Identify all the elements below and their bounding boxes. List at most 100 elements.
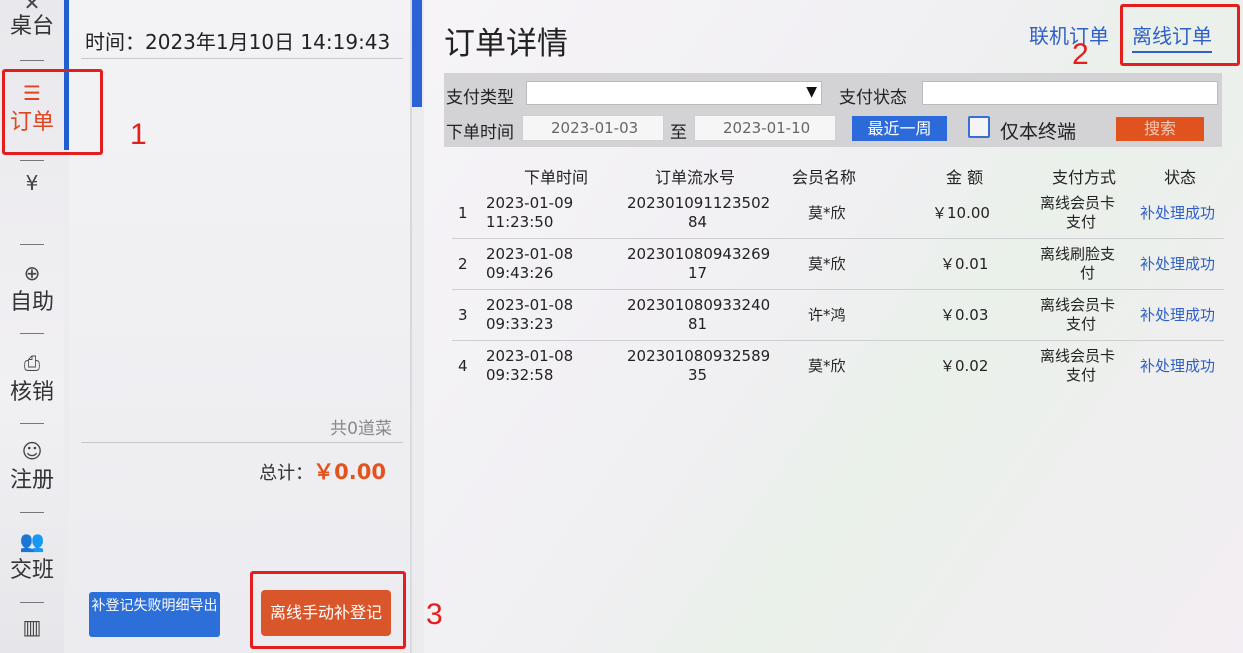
serial-number-tail: 84 (688, 213, 708, 231)
nav-item-reports[interactable]: ▥ (0, 612, 64, 642)
nav-divider (20, 602, 44, 603)
nav-item-label: 自助 (9, 290, 54, 315)
annotation-number: 1 (130, 118, 147, 151)
export-fail-detail-button[interactable]: 补登记失败明细导出 (89, 592, 220, 637)
col-status: 状态 (1164, 168, 1197, 187)
filter-bar: 支付类型 ▼ 支付状态 下单时间 2023-01-03 至 2023-01-10… (444, 73, 1222, 147)
order-time: 09:33:23 (486, 315, 554, 333)
nav-item-payment[interactable]: ¥ (0, 168, 64, 198)
nav-item-label: 交班 (9, 558, 54, 583)
nav-item-self-service[interactable]: ⊕ 自助 (0, 258, 64, 318)
cart-divider (81, 442, 403, 443)
row-index: 1 (458, 204, 468, 222)
nav-item-verify[interactable]: ⎙ 核销 (0, 348, 64, 408)
amount: ￥0.01 (940, 255, 989, 273)
yen-icon: ¥ (25, 171, 39, 195)
current-time: 时间：2023年1月10日 14:19:43 (85, 30, 391, 54)
pay-method: 离线会员卡 (1040, 347, 1116, 365)
member-name: 莫*欣 (808, 204, 846, 222)
member-name: 许*鸿 (808, 306, 846, 324)
table-row[interactable]: 2 2023-01-08 09:43:26 202301080943269 17… (452, 239, 1224, 290)
pay-status-select[interactable] (922, 81, 1218, 105)
amount: ￥0.02 (940, 357, 989, 375)
printer-icon: ⎙ (24, 351, 40, 375)
pay-method: 离线会员卡 (1040, 194, 1116, 212)
serial-number: 202301080933240 (627, 296, 771, 314)
member-name: 莫*欣 (808, 357, 846, 375)
row-index: 4 (458, 357, 468, 375)
serial-number-tail: 81 (688, 315, 708, 333)
people-icon: 👥 (19, 529, 45, 553)
date-to-input[interactable]: 2023-01-10 (694, 115, 836, 141)
pay-method-tail: 支付 (1066, 366, 1097, 384)
annotation-number: 3 (426, 598, 443, 631)
order-detail-panel: 订单详情 联机订单 离线订单 支付类型 ▼ 支付状态 下单时间 2023-01-… (424, 0, 1243, 653)
only-terminal-checkbox[interactable] (968, 116, 990, 138)
order-time: 11:23:50 (486, 213, 554, 231)
pay-method: 离线刷脸支 (1040, 245, 1116, 263)
to-label: 至 (670, 123, 687, 143)
pay-method: 离线会员卡 (1040, 296, 1116, 314)
row-index: 2 (458, 255, 468, 273)
member-name: 莫*欣 (808, 255, 846, 273)
recent-week-button[interactable]: 最近一周 (852, 116, 947, 141)
pay-type-select[interactable]: ▼ (526, 81, 822, 105)
total-amount: ￥0.00 (313, 460, 386, 484)
nav-item-register[interactable]: ☺ 注册 (0, 436, 64, 496)
order-time-label: 下单时间 (446, 123, 514, 143)
pay-method-tail: 付 (1080, 264, 1096, 282)
pay-method-tail: 支付 (1066, 315, 1097, 333)
nav-divider (20, 333, 44, 334)
nav-item-table[interactable]: ✕ 桌台 (0, 0, 64, 42)
bar-chart-icon: ▥ (22, 615, 42, 639)
status-link[interactable]: 补处理成功 (1140, 204, 1215, 223)
pay-method-tail: 支付 (1066, 213, 1097, 231)
annotation-box (2, 69, 103, 155)
table-row[interactable]: 4 2023-01-08 09:32:58 202301080932589 35… (452, 341, 1224, 392)
nav-divider (20, 512, 44, 513)
col-pay-method: 支付方式 (1052, 168, 1117, 187)
serial-number-tail: 17 (688, 264, 708, 282)
order-time: 09:43:26 (486, 264, 554, 282)
table-row[interactable]: 1 2023-01-09 11:23:50 202301091123502 84… (452, 188, 1224, 239)
cart-divider (81, 58, 403, 59)
nav-divider (20, 160, 44, 161)
tab-online-orders[interactable]: 联机订单 (1029, 20, 1109, 49)
total-label: 总计： (259, 463, 314, 484)
nav-divider (20, 423, 44, 424)
nav-item-label: 桌台 (9, 14, 54, 39)
cart-total: 总计：￥0.00 (259, 456, 386, 486)
only-terminal-label: 仅本终端 (1000, 121, 1077, 143)
col-serial: 订单流水号 (655, 168, 736, 187)
status-link[interactable]: 补处理成功 (1140, 255, 1215, 274)
yen-circle-icon: ⊕ (23, 261, 41, 285)
table-row[interactable]: 3 2023-01-08 09:33:23 202301080933240 81… (452, 290, 1224, 341)
nav-divider (20, 60, 44, 61)
chevron-down-icon: ▼ (806, 84, 817, 100)
amount: ￥10.00 (932, 204, 990, 222)
cart-panel: 时间：2023年1月10日 14:19:43 共0道菜 总计：￥0.00 补登记… (69, 0, 412, 653)
status-link[interactable]: 补处理成功 (1140, 306, 1215, 325)
order-time: 09:32:58 (486, 366, 554, 384)
smile-icon: ☺ (21, 439, 43, 463)
order-date: 2023-01-09 (486, 194, 574, 212)
nav-item-label: 注册 (9, 468, 54, 493)
serial-number: 202301080943269 (627, 245, 771, 263)
serial-number: 202301091123502 (627, 194, 771, 212)
scrollbar[interactable] (412, 0, 422, 107)
page-title: 订单详情 (444, 26, 568, 62)
serial-number: 202301080932589 (627, 347, 771, 365)
date-from-input[interactable]: 2023-01-03 (522, 115, 664, 141)
annotation-number: 2 (1072, 38, 1089, 71)
col-member: 会员名称 (792, 168, 857, 187)
status-link[interactable]: 补处理成功 (1140, 357, 1215, 376)
order-date: 2023-01-08 (486, 296, 574, 314)
annotation-box (1120, 4, 1240, 66)
nav-item-shift[interactable]: 👥 交班 (0, 526, 64, 586)
annotation-box (250, 571, 406, 649)
order-table: 下单时间 订单流水号 会员名称 金 额 支付方式 状态 1 2023-01-09… (452, 160, 1224, 392)
search-button[interactable]: 搜索 (1116, 117, 1204, 141)
pay-type-label: 支付类型 (446, 88, 514, 108)
item-count: 共0道菜 (330, 419, 392, 439)
table-icon: ✕ (23, 0, 41, 15)
